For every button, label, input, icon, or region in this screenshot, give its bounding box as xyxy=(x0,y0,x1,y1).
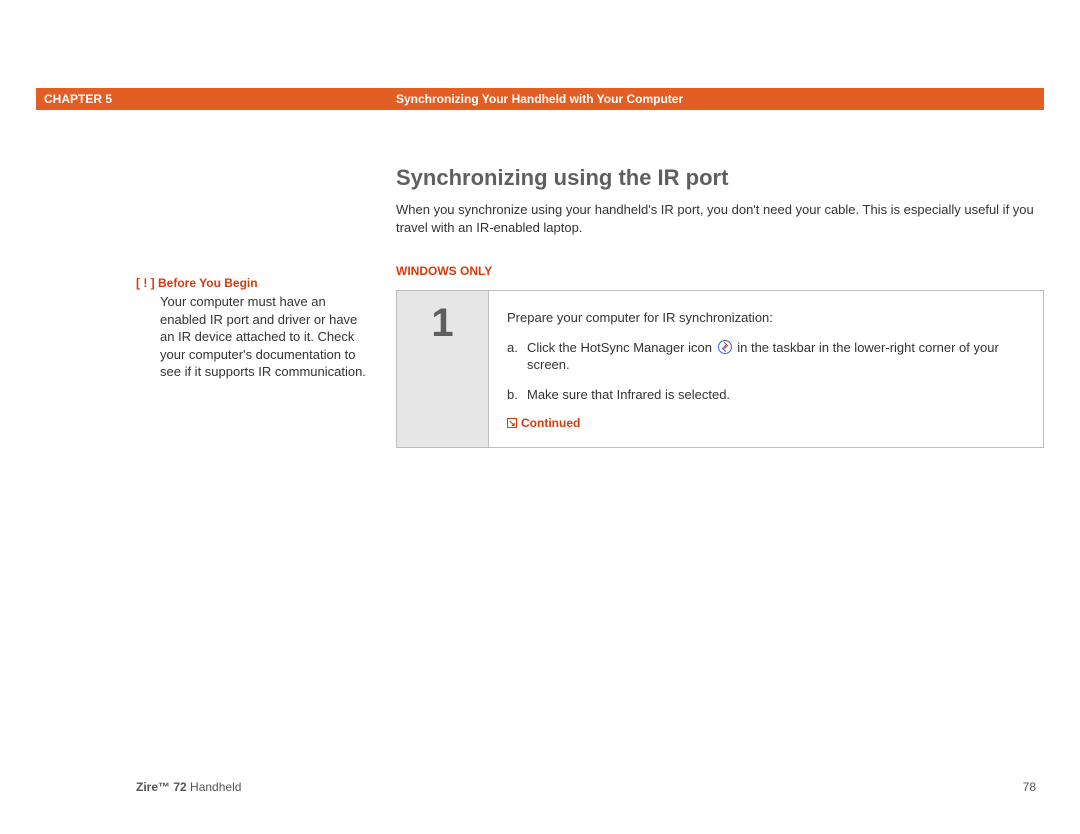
step-intro: Prepare your computer for IR synchroniza… xyxy=(507,309,1025,327)
before-you-begin-sidebar: [ ! ] Before You Begin Your computer mus… xyxy=(136,275,366,381)
continued-label: Continued xyxy=(521,415,580,431)
section-intro: When you synchronize using your handheld… xyxy=(396,201,1044,236)
windows-only-label: WINDOWS ONLY xyxy=(396,264,1044,278)
hotsync-icon xyxy=(718,340,732,354)
product-name: Zire™ 72 Handheld xyxy=(136,780,241,794)
page-number: 78 xyxy=(1023,780,1036,794)
continued-indicator: ↘ Continued xyxy=(507,415,1025,431)
before-you-begin-body: Your computer must have an enabled IR po… xyxy=(160,293,366,381)
step-number-cell: 1 xyxy=(397,291,489,447)
alert-marker-icon: [ ! ] xyxy=(136,276,155,290)
before-you-begin-label: Before You Begin xyxy=(158,276,258,290)
section-title: Synchronizing using the IR port xyxy=(396,165,1044,191)
continued-arrow-icon: ↘ xyxy=(507,418,517,428)
chapter-header-bar: CHAPTER 5 Synchronizing Your Handheld wi… xyxy=(36,88,1044,110)
step-item-marker: b. xyxy=(507,386,527,404)
step-item-text: Click the HotSync Manager icon in the ta… xyxy=(527,339,1025,374)
chapter-label: CHAPTER 5 xyxy=(36,92,396,106)
step-number: 1 xyxy=(431,301,453,447)
step-body: Prepare your computer for IR synchroniza… xyxy=(489,291,1043,447)
before-you-begin-heading: [ ! ] Before You Begin xyxy=(136,275,366,291)
step-item-text: Make sure that Infrared is selected. xyxy=(527,386,1025,404)
step-item-marker: a. xyxy=(507,339,527,374)
step-list: a. Click the HotSync Manager icon in the… xyxy=(507,339,1025,404)
main-column: Synchronizing using the IR port When you… xyxy=(396,165,1044,278)
step-item-b: b. Make sure that Infrared is selected. xyxy=(507,386,1025,404)
step-box: 1 Prepare your computer for IR synchroni… xyxy=(396,290,1044,448)
step-item-a: a. Click the HotSync Manager icon in the… xyxy=(507,339,1025,374)
page-footer: Zire™ 72 Handheld 78 xyxy=(36,780,1044,794)
chapter-title: Synchronizing Your Handheld with Your Co… xyxy=(396,92,1044,106)
